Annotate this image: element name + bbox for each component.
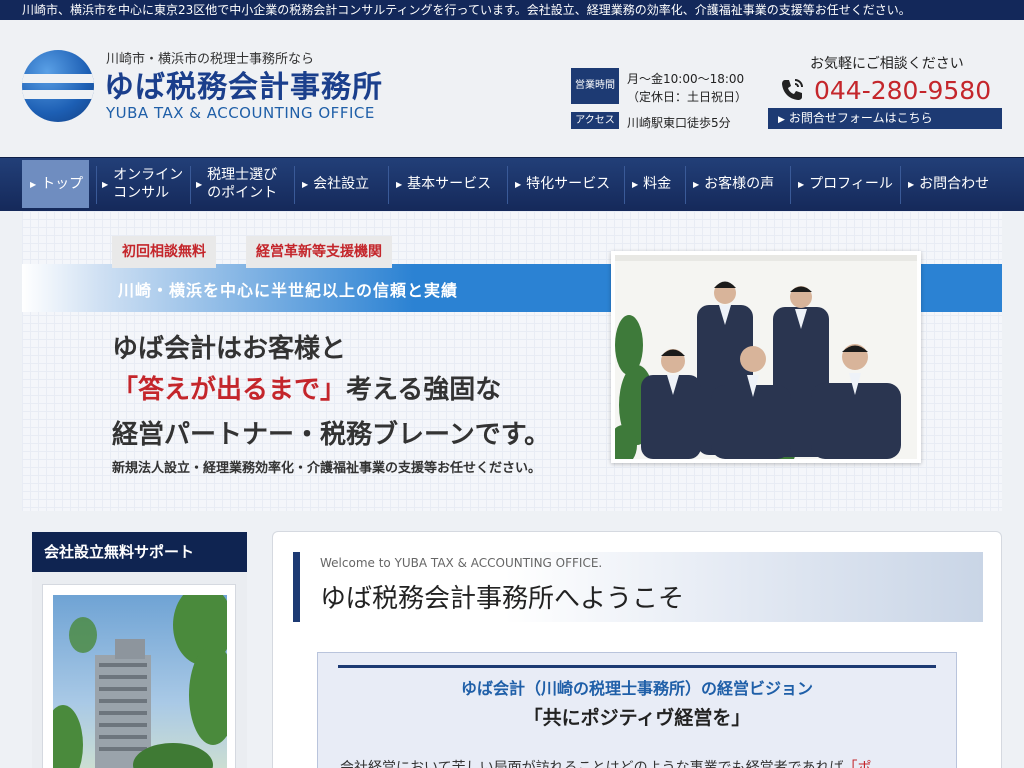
nav-item-label: 税理士選び のポイント xyxy=(207,167,278,201)
building-photo xyxy=(53,595,227,768)
nav-arrow-icon: ▶ xyxy=(196,179,203,189)
hero-headline-highlight: 「答えが出るまで」 xyxy=(112,375,347,405)
nav-item-label: オンライン コンサル xyxy=(113,167,184,201)
site-header: 川崎市・横浜市の税理士事務所なら ゆば税務会計事務所 YUBA TAX & AC… xyxy=(0,20,1024,157)
nav-item-choosing-accountant[interactable]: ▶ 税理士選び のポイント xyxy=(196,160,288,208)
main-navigation: ▶ トップ ▶ オンライン コンサル ▶ 税理士選び のポイント ▶ 会社設立 ▶ 基本サービ… xyxy=(0,157,1024,211)
sidebar-card[interactable] xyxy=(42,584,236,768)
nav-arrow-icon: ▶ xyxy=(908,179,915,189)
welcome-heading: Welcome to YUBA TAX & ACCOUNTING OFFICE.… xyxy=(293,552,983,622)
nav-arrow-icon: ▶ xyxy=(102,179,109,189)
phone-icon xyxy=(782,79,803,100)
nav-item-testimonials[interactable]: ▶ お客様の声 xyxy=(693,160,783,208)
logo-title[interactable]: ゆば税務会計事務所 xyxy=(104,62,383,106)
nav-item-special-services[interactable]: ▶ 特化サービス xyxy=(515,160,619,208)
access-info: 川崎駅東口徒歩5分 xyxy=(627,116,731,130)
nav-item-label: 料金 xyxy=(643,176,672,192)
nav-arrow-icon: ▶ xyxy=(396,179,403,189)
sidebar: 会社設立無料サポート xyxy=(32,532,247,768)
business-hours: 月～金10:00～18:00 （定休日：土日祝日） xyxy=(627,70,747,106)
staff-group-image xyxy=(615,255,917,459)
staff-photo xyxy=(611,251,921,463)
announcement-text: 川崎市、横浜市を中心に東京23区他で中小企業の税務会計コンサルティングを行ってい… xyxy=(22,3,911,17)
nav-arrow-icon: ▶ xyxy=(302,179,309,189)
nav-item-profile[interactable]: ▶ プロフィール xyxy=(798,160,893,208)
hero-subtext: 新規法人設立・経理業務効率化・介護福祉事業の支援等お任せください。 xyxy=(112,461,542,476)
free-consult-badge: 初回相談無料 xyxy=(112,236,216,268)
contact-form-label: お問合せフォームはこちら xyxy=(788,111,933,125)
hero-headline-2: 「答えが出るまで」考える強固な xyxy=(112,369,501,406)
business-hours-label: 営業時間 xyxy=(571,68,619,104)
welcome-english: Welcome to YUBA TAX & ACCOUNTING OFFICE. xyxy=(320,556,603,570)
vision-box: ゆば会計（川崎の税理士事務所）の経営ビジョン 「共にポジティヴ経営を」 会社経営… xyxy=(317,652,957,768)
vision-body: 会社経営において苦しい局面が訪れることはどのような事業でも経営者であれば「ポ xyxy=(340,757,871,768)
business-hours-closed: （定休日：土日祝日） xyxy=(627,90,748,104)
building-image xyxy=(53,595,227,768)
nav-arrow-icon: ▶ xyxy=(693,179,700,189)
contact-lead-text: お気軽にご相談ください xyxy=(810,56,964,72)
vision-body-highlight: 「ポ xyxy=(843,760,872,768)
nav-item-label: 特化サービス xyxy=(526,176,611,192)
vision-motto: 「共にポジティヴ経営を」 xyxy=(523,707,751,729)
nav-item-basic-services[interactable]: ▶ 基本サービス xyxy=(396,160,502,208)
business-hours-weekday: 月～金10:00～18:00 xyxy=(627,72,745,86)
nav-item-pricing[interactable]: ▶ 料金 xyxy=(632,160,682,208)
welcome-title: ゆば税務会計事務所へようこそ xyxy=(320,584,685,614)
nav-item-label: トップ xyxy=(41,176,84,192)
hero-headline-1: ゆば会計はお客様と xyxy=(112,334,347,364)
main-content: Welcome to YUBA TAX & ACCOUNTING OFFICE.… xyxy=(272,531,1002,768)
top-announcement-bar: 川崎市、横浜市を中心に東京23区他で中小企業の税務会計コンサルティングを行ってい… xyxy=(0,0,1024,20)
hero-headline-3: 経営パートナー・税務ブレーンです。 xyxy=(112,420,551,450)
vision-title: ゆば会計（川崎の税理士事務所）の経営ビジョン xyxy=(460,679,813,698)
nav-arrow-icon: ▶ xyxy=(30,179,37,189)
logo-english-name: YUBA TAX & ACCOUNTING OFFICE xyxy=(106,104,375,122)
nav-item-company-setup[interactable]: ▶ 会社設立 xyxy=(302,160,382,208)
nav-arrow-icon: ▶ xyxy=(515,179,522,189)
hero-band-text: 川崎・横浜を中心に半世紀以上の信頼と実績 xyxy=(118,281,459,300)
nav-item-label: プロフィール xyxy=(809,176,893,192)
nav-item-top[interactable]: ▶ トップ xyxy=(22,160,89,208)
nav-arrow-icon: ▶ xyxy=(632,179,639,189)
contact-form-button[interactable]: ▶ お問合せフォームはこちら xyxy=(768,108,1002,129)
support-agency-badge: 経営革新等支援機関 xyxy=(246,236,392,268)
nav-item-label: 基本サービス xyxy=(407,176,492,192)
nav-item-label: 会社設立 xyxy=(313,176,370,192)
vision-body-text: 会社経営において苦しい局面が訪れることはどのような事業でも経営者であれば xyxy=(340,760,844,768)
phone-number[interactable]: 044-280-9580 xyxy=(814,76,991,105)
nav-item-online-consult[interactable]: ▶ オンライン コンサル xyxy=(102,160,184,208)
sidebar-heading[interactable]: 会社設立無料サポート xyxy=(32,532,247,572)
nav-item-label: お問合わせ xyxy=(919,176,990,192)
logo-icon[interactable] xyxy=(22,50,94,122)
nav-item-contact[interactable]: ▶ お問合わせ xyxy=(908,160,998,208)
nav-arrow-icon: ▶ xyxy=(798,179,805,189)
access-label: アクセス xyxy=(571,112,619,129)
hero-headline-2-rest: 考える強固な xyxy=(346,375,502,405)
play-arrow-icon: ▶ xyxy=(778,115,785,125)
hero-banner: 川崎・横浜を中心に半世紀以上の信頼と実績 初回相談無料 経営革新等支援機関 ゆば… xyxy=(22,211,1002,511)
nav-item-label: お客様の声 xyxy=(704,176,775,192)
